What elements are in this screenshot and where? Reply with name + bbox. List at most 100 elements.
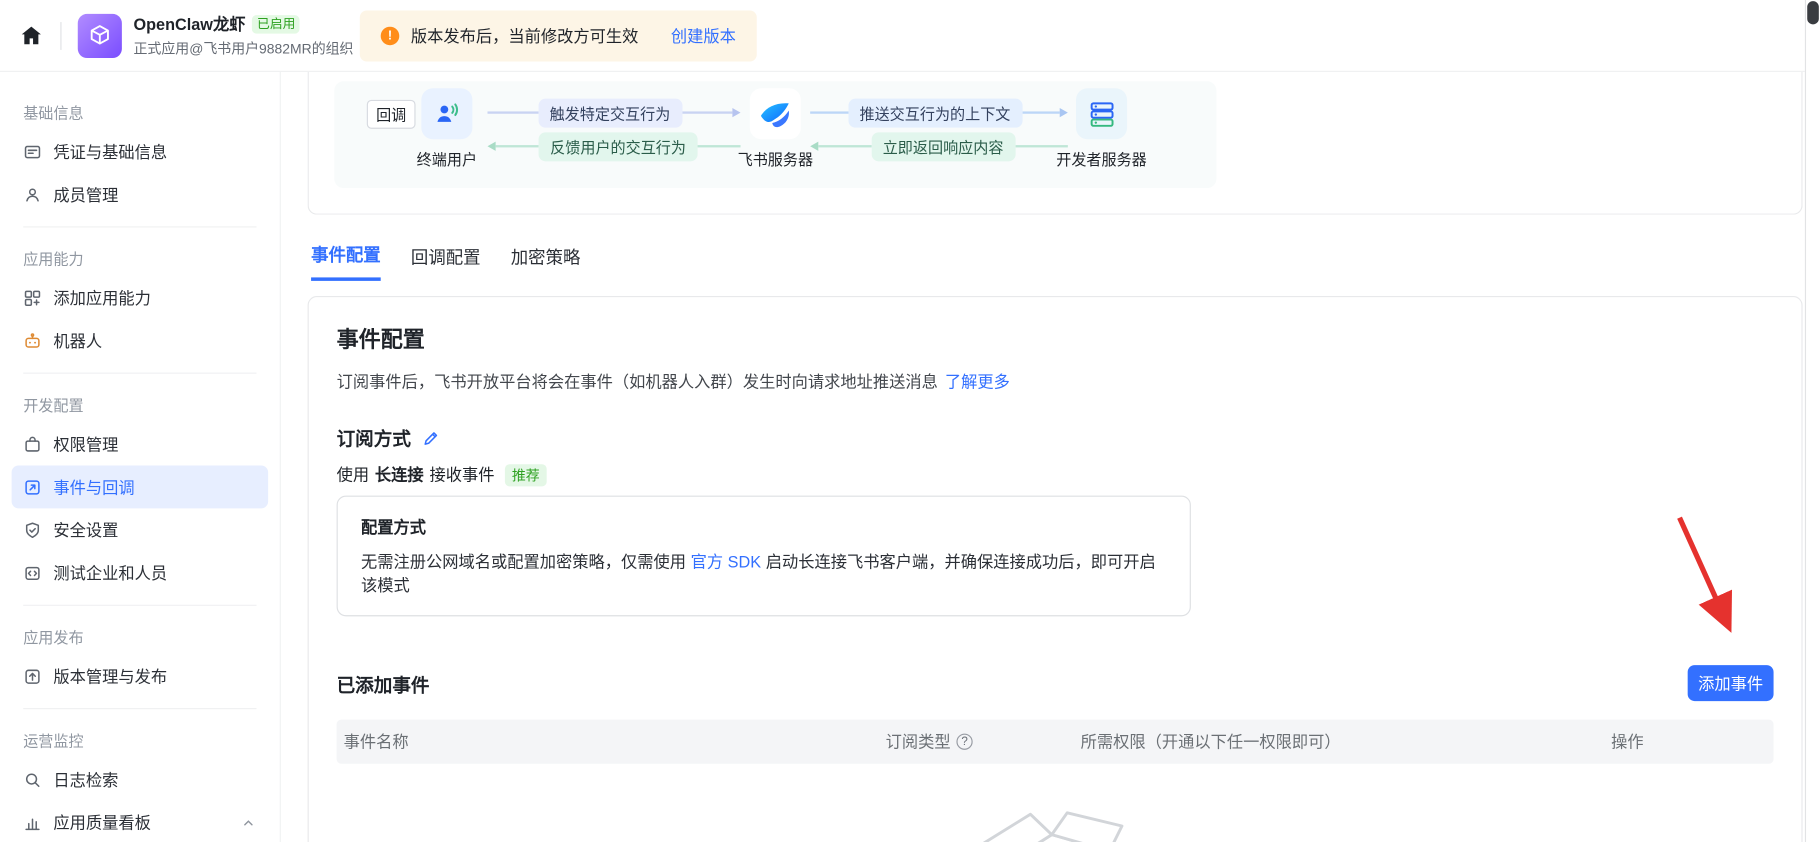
shield-check-icon: [23, 521, 42, 540]
sidebar-item-members[interactable]: 成员管理: [12, 173, 269, 216]
notice-text: 版本发布后，当前修改方可生效: [410, 26, 639, 46]
sidebar-section-release: 应用发布: [23, 628, 84, 646]
sidebar-divider: [23, 226, 257, 228]
empty-state: [337, 780, 1774, 842]
credential-icon: [23, 142, 42, 161]
sidebar-section-dev-config: 开发配置: [23, 396, 84, 414]
sidebar-item-label: 测试企业和人员: [53, 563, 168, 583]
sidebar-divider: [23, 604, 257, 606]
trigger-arrow-label: 触发特定交互行为: [537, 98, 682, 128]
feedback-arrow: 反馈用户的交互行为: [487, 131, 741, 161]
sidebar-item-label: 应用质量看板: [53, 813, 151, 832]
page-title: 事件配置: [336, 328, 425, 353]
sidebar-item-permissions[interactable]: 权限管理: [12, 422, 269, 465]
create-version-link[interactable]: 创建版本: [671, 24, 736, 47]
tab-encryption-policy[interactable]: 加密策略: [511, 243, 581, 281]
scrollbar-track[interactable]: [1804, 0, 1820, 842]
sidebar-item-label: 安全设置: [53, 520, 119, 540]
app-selector[interactable]: OpenClaw龙虾 已启用 正式应用@飞书用户9882MR的组织: [77, 13, 353, 58]
sidebar-item-log-search[interactable]: 日志检索: [12, 758, 269, 801]
edit-pencil-icon[interactable]: [423, 429, 440, 446]
push-arrow: 推送交互行为的上下文: [810, 98, 1068, 128]
sidebar-item-security[interactable]: 安全设置: [12, 508, 269, 551]
config-tabs: 事件配置 回调配置 加密策略: [311, 243, 580, 281]
sidebar-item-quality-dashboard[interactable]: 应用质量看板: [12, 801, 269, 842]
top-header: OpenClaw龙虾 已启用 正式应用@飞书用户9882MR的组织 ! 版本发布…: [0, 0, 1820, 72]
app-name: OpenClaw龙虾: [133, 15, 246, 34]
added-events-title: 已添加事件: [336, 676, 430, 696]
tab-callback-config[interactable]: 回调配置: [411, 243, 481, 281]
app-subtitle: 正式应用@飞书用户9882MR的组织: [133, 40, 354, 57]
event-config-card: 事件配置 订阅事件后，飞书开放平台将会在事件（如机器人入群）发生时向请求地址推送…: [307, 295, 1803, 842]
sidebar-item-label: 添加应用能力: [53, 288, 151, 308]
arrow-left-icon: [810, 141, 819, 151]
sidebar-item-label: 成员管理: [53, 185, 119, 204]
config-mode-title: 配置方式: [360, 517, 426, 537]
arrow-left-icon: [487, 141, 496, 151]
main-content: 回调 终端用户 触发特定交互行为 反馈用户的交互行为 飞书服务器 推送交互行为的…: [280, 71, 1820, 842]
config-desc-before: 无需注册公网域名或配置加密策略，仅需使用: [360, 552, 686, 572]
learn-more-link[interactable]: 了解更多: [945, 373, 1010, 392]
app-logo-icon: [77, 13, 122, 58]
help-icon[interactable]: ?: [956, 733, 973, 750]
mode-prefix: 使用: [336, 465, 370, 485]
user-feishu-arrows: 触发特定交互行为 反馈用户的交互行为: [487, 98, 741, 161]
subscription-mode-title: 订阅方式: [336, 430, 411, 451]
config-mode-box: 配置方式 无需注册公网域名或配置加密策略，仅需使用 官方 SDK 启动长连接飞书客户…: [336, 495, 1191, 617]
sidebar-item-bot[interactable]: 机器人: [12, 319, 269, 362]
callback-diagram-card: 回调 终端用户 触发特定交互行为 反馈用户的交互行为 飞书服务器 推送交互行为的…: [307, 71, 1803, 215]
dashboard-icon: [23, 813, 42, 832]
sidebar: 基础信息 凭证与基础信息 成员管理 应用能力 添加应用能力 机器人 开发配置 权…: [0, 71, 281, 842]
feishu-logo-icon: [749, 88, 801, 140]
add-event-button[interactable]: 添加事件: [1687, 665, 1774, 702]
app-window: OpenClaw龙虾 已启用 正式应用@飞书用户9882MR的组织 ! 版本发布…: [0, 0, 1820, 842]
page-description: 订阅事件后，飞书开放平台将会在事件（如机器人入群）发生时向请求地址推送消息 了解更…: [337, 370, 1774, 393]
home-button[interactable]: [12, 16, 51, 55]
sidebar-item-label: 凭证与基础信息: [53, 142, 168, 161]
description-text: 订阅事件后，飞书开放平台将会在事件（如机器人入群）发生时向请求地址推送消息: [336, 372, 938, 392]
sidebar-section-capabilities: 应用能力: [23, 250, 84, 268]
feishu-dev-arrows: 推送交互行为的上下文 立即返回响应内容: [810, 98, 1068, 161]
event-callback-icon: [23, 478, 42, 497]
col-required-permissions: 所需权限（开通以下任一权限即可）: [1080, 732, 1341, 751]
feedback-arrow-label: 反馈用户的交互行为: [538, 131, 698, 161]
chevron-up-icon[interactable]: [240, 814, 256, 830]
end-user-label: 终端用户: [416, 150, 478, 169]
home-icon: [19, 23, 45, 49]
respond-arrow: 立即返回响应内容: [810, 131, 1068, 161]
mode-name: 长连接: [374, 465, 424, 485]
app-status-badge: 已启用: [252, 15, 301, 34]
sidebar-item-test-org[interactable]: 测试企业和人员: [12, 551, 269, 594]
sidebar-divider: [23, 708, 257, 710]
test-org-icon: [23, 564, 42, 583]
config-mode-desc: 无需注册公网域名或配置加密策略，仅需使用 官方 SDK 启动长连接飞书客户端，并确保…: [361, 550, 1167, 596]
version-notice-banner: ! 版本发布后，当前修改方可生效 创建版本: [359, 10, 757, 62]
added-events-header: 已添加事件 添加事件: [336, 665, 1774, 702]
end-user-icon: [421, 88, 473, 140]
official-sdk-link[interactable]: 官方 SDK: [691, 552, 761, 571]
sidebar-item-add-capability[interactable]: 添加应用能力: [12, 276, 269, 319]
sidebar-item-label: 权限管理: [53, 434, 119, 454]
robot-icon: [23, 331, 42, 350]
mode-suffix: 接收事件: [429, 465, 495, 485]
sidebar-item-label: 事件与回调: [53, 477, 135, 497]
events-table-header: 事件名称 订阅类型 ? 所需权限（开通以下任一权限即可） 操作: [336, 719, 1774, 764]
log-search-icon: [23, 770, 42, 789]
sidebar-item-credentials[interactable]: 凭证与基础信息: [12, 130, 269, 173]
sidebar-item-events-callbacks[interactable]: 事件与回调: [11, 465, 269, 509]
header-divider: [60, 21, 62, 50]
callback-diagram: 回调 终端用户 触发特定交互行为 反馈用户的交互行为 飞书服务器 推送交互行为的…: [334, 81, 1217, 189]
tab-event-config[interactable]: 事件配置: [311, 243, 381, 281]
app-meta: OpenClaw龙虾 已启用 正式应用@飞书用户9882MR的组织: [133, 13, 353, 58]
col-event-name: 事件名称: [343, 732, 409, 751]
scrollbar-thumb[interactable]: [1807, 1, 1819, 25]
developer-server-node: 开发者服务器: [1049, 88, 1153, 169]
sidebar-item-label: 版本管理与发布: [53, 666, 168, 686]
sidebar-item-label: 日志检索: [53, 770, 119, 789]
end-user-node: 终端用户: [395, 88, 499, 169]
col-actions: 操作: [1611, 732, 1644, 751]
sidebar-item-version-release[interactable]: 版本管理与发布: [12, 655, 269, 698]
subscription-mode-line: 使用 长连接 接收事件 推荐: [337, 463, 1774, 486]
sidebar-divider: [23, 372, 257, 374]
permission-icon: [23, 435, 42, 454]
